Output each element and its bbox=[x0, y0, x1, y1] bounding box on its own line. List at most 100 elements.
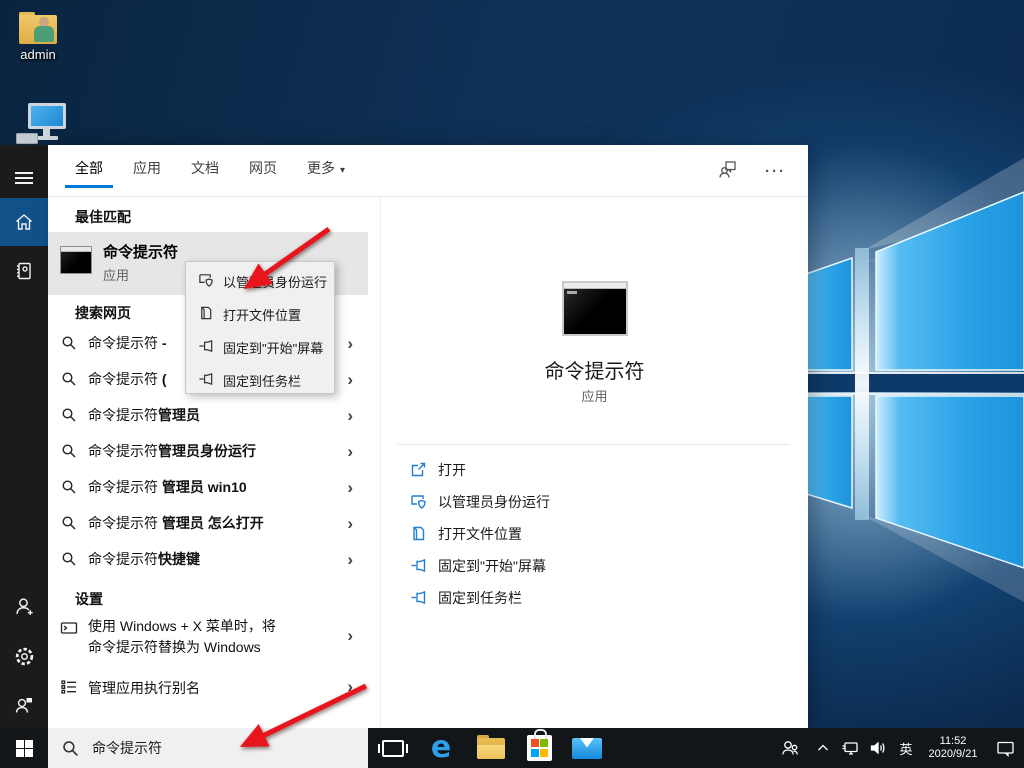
people-icon bbox=[780, 738, 800, 758]
chevron-right-icon[interactable]: › bbox=[347, 407, 353, 424]
action-pin-to-start[interactable]: 固定到"开始"屏幕 bbox=[381, 549, 809, 581]
edge-icon: e bbox=[431, 733, 451, 763]
chevron-right-icon[interactable]: › bbox=[347, 443, 353, 460]
more-options-button[interactable]: ··· bbox=[765, 163, 786, 180]
suggestion-row-5[interactable]: 命令提示符 管理员 win10 › bbox=[48, 469, 368, 505]
chevron-right-icon[interactable]: › bbox=[347, 551, 353, 568]
suggestion-row-7[interactable]: 命令提示符快捷键 › bbox=[48, 541, 368, 577]
best-match-section-label: 最佳匹配 bbox=[75, 207, 131, 227]
tab-all[interactable]: 全部 bbox=[75, 152, 103, 190]
web-search-section-label: 搜索网页 bbox=[75, 303, 131, 323]
cmd-app-icon-large bbox=[562, 281, 628, 336]
suggestion-row-3[interactable]: 命令提示符管理员 › bbox=[48, 397, 368, 433]
taskbar-search-box[interactable]: 命令提示符 bbox=[48, 728, 368, 768]
mail-button[interactable] bbox=[564, 728, 610, 768]
volume-button[interactable] bbox=[864, 728, 892, 768]
preview-type: 应用 bbox=[381, 386, 808, 405]
search-icon bbox=[61, 515, 77, 531]
search-icon bbox=[61, 371, 77, 387]
list-icon bbox=[60, 678, 78, 696]
journal-button[interactable] bbox=[0, 248, 48, 294]
search-icon bbox=[62, 740, 79, 757]
mail-icon bbox=[572, 738, 602, 759]
context-menu-pin-to-start[interactable]: 固定到"开始"屏幕 bbox=[186, 329, 334, 362]
pin-icon bbox=[198, 371, 214, 387]
action-center-icon bbox=[996, 739, 1015, 758]
file-explorer-button[interactable] bbox=[468, 728, 514, 768]
admin-folder-icon bbox=[19, 12, 57, 44]
speaker-icon bbox=[869, 739, 887, 757]
tray-time: 11:52 bbox=[929, 735, 978, 748]
tab-web[interactable]: 网页 bbox=[249, 152, 277, 190]
home-icon bbox=[14, 212, 34, 232]
tabs: 全部 应用 文档 网页 更多▾ bbox=[48, 152, 345, 190]
action-run-as-admin[interactable]: 以管理员身份运行 bbox=[381, 485, 809, 517]
action-open-file-location[interactable]: 打开文件位置 bbox=[381, 517, 809, 549]
pin-icon bbox=[410, 589, 427, 606]
file-explorer-icon bbox=[477, 738, 505, 759]
preview-divider bbox=[398, 444, 790, 445]
search-icon bbox=[61, 479, 77, 495]
chevron-right-icon[interactable]: › bbox=[347, 678, 353, 695]
pin-icon bbox=[198, 338, 214, 354]
action-center-button[interactable] bbox=[986, 728, 1024, 768]
settings-section-label: 设置 bbox=[75, 589, 103, 609]
chevron-right-icon[interactable]: › bbox=[347, 515, 353, 532]
setting-row-winx[interactable]: 使用 Windows + X 菜单时，将 命令提示符替换为 Windows › bbox=[48, 610, 368, 662]
start-button[interactable] bbox=[0, 728, 48, 768]
gear-icon bbox=[14, 646, 35, 667]
preview-title: 命令提示符 bbox=[381, 355, 808, 384]
context-menu-pin-to-taskbar[interactable]: 固定到任务栏 bbox=[186, 362, 334, 395]
desktop-icon-label: admin bbox=[0, 47, 76, 62]
desktop-icon-this-pc[interactable] bbox=[4, 103, 80, 145]
open-icon bbox=[410, 461, 427, 478]
tab-apps[interactable]: 应用 bbox=[133, 152, 161, 190]
search-panel: 全部 应用 文档 网页 更多▾ ··· 最佳匹配 bbox=[48, 145, 808, 728]
edge-button[interactable]: e bbox=[418, 728, 464, 768]
task-view-button[interactable] bbox=[370, 728, 416, 768]
hamburger-icon bbox=[15, 172, 33, 184]
account-button[interactable] bbox=[0, 582, 48, 630]
network-icon bbox=[841, 739, 859, 757]
store-icon bbox=[527, 735, 552, 761]
context-menu: 以管理员身份运行 打开文件位置 固定到"开始"屏幕 固定到任务栏 bbox=[185, 261, 335, 394]
store-button[interactable] bbox=[516, 728, 562, 768]
desktop: admin bbox=[0, 0, 1024, 768]
suggestion-row-4[interactable]: 命令提示符管理员身份运行 › bbox=[48, 433, 368, 469]
clock[interactable]: 11:52 2020/9/21 bbox=[920, 728, 986, 768]
tray-overflow-button[interactable] bbox=[810, 728, 836, 768]
desktop-icon-admin[interactable]: admin bbox=[0, 12, 76, 62]
ime-indicator[interactable]: 英 bbox=[892, 728, 920, 768]
action-pin-to-taskbar[interactable]: 固定到任务栏 bbox=[381, 581, 809, 613]
settings-button[interactable] bbox=[0, 632, 48, 680]
context-menu-run-as-admin[interactable]: 以管理员身份运行 bbox=[186, 263, 334, 296]
chevron-right-icon[interactable]: › bbox=[347, 371, 353, 388]
context-menu-open-file-location[interactable]: 打开文件位置 bbox=[186, 296, 334, 329]
best-match-type: 应用 bbox=[103, 265, 129, 284]
windows-logo-icon bbox=[16, 740, 33, 757]
chevron-right-icon[interactable]: › bbox=[347, 627, 353, 644]
suggestion-row-6[interactable]: 命令提示符 管理员 怎么打开 › bbox=[48, 505, 368, 541]
user-add-icon bbox=[14, 596, 35, 617]
home-button[interactable] bbox=[0, 198, 48, 246]
header-feedback-button[interactable] bbox=[717, 158, 739, 185]
chevron-right-icon[interactable]: › bbox=[347, 335, 353, 352]
system-tray: 英 11:52 2020/9/21 bbox=[770, 728, 1024, 768]
setting-row-aliases[interactable]: 管理应用执行别名 › bbox=[48, 673, 368, 703]
tab-more[interactable]: 更多▾ bbox=[307, 152, 345, 190]
rail-feedback-button[interactable] bbox=[0, 682, 48, 728]
shield-admin-icon bbox=[410, 493, 427, 510]
tab-documents[interactable]: 文档 bbox=[191, 152, 219, 190]
network-button[interactable] bbox=[836, 728, 864, 768]
chevron-right-icon[interactable]: › bbox=[347, 479, 353, 496]
search-rail bbox=[0, 145, 48, 728]
action-open[interactable]: 打开 bbox=[381, 453, 809, 485]
search-icon bbox=[61, 551, 77, 567]
shield-admin-icon bbox=[198, 272, 214, 288]
pin-icon bbox=[410, 557, 427, 574]
file-location-icon bbox=[198, 305, 214, 321]
menu-button[interactable] bbox=[0, 155, 48, 201]
journal-icon bbox=[14, 261, 34, 281]
best-match-title: 命令提示符 bbox=[103, 241, 178, 262]
people-button[interactable] bbox=[770, 728, 810, 768]
